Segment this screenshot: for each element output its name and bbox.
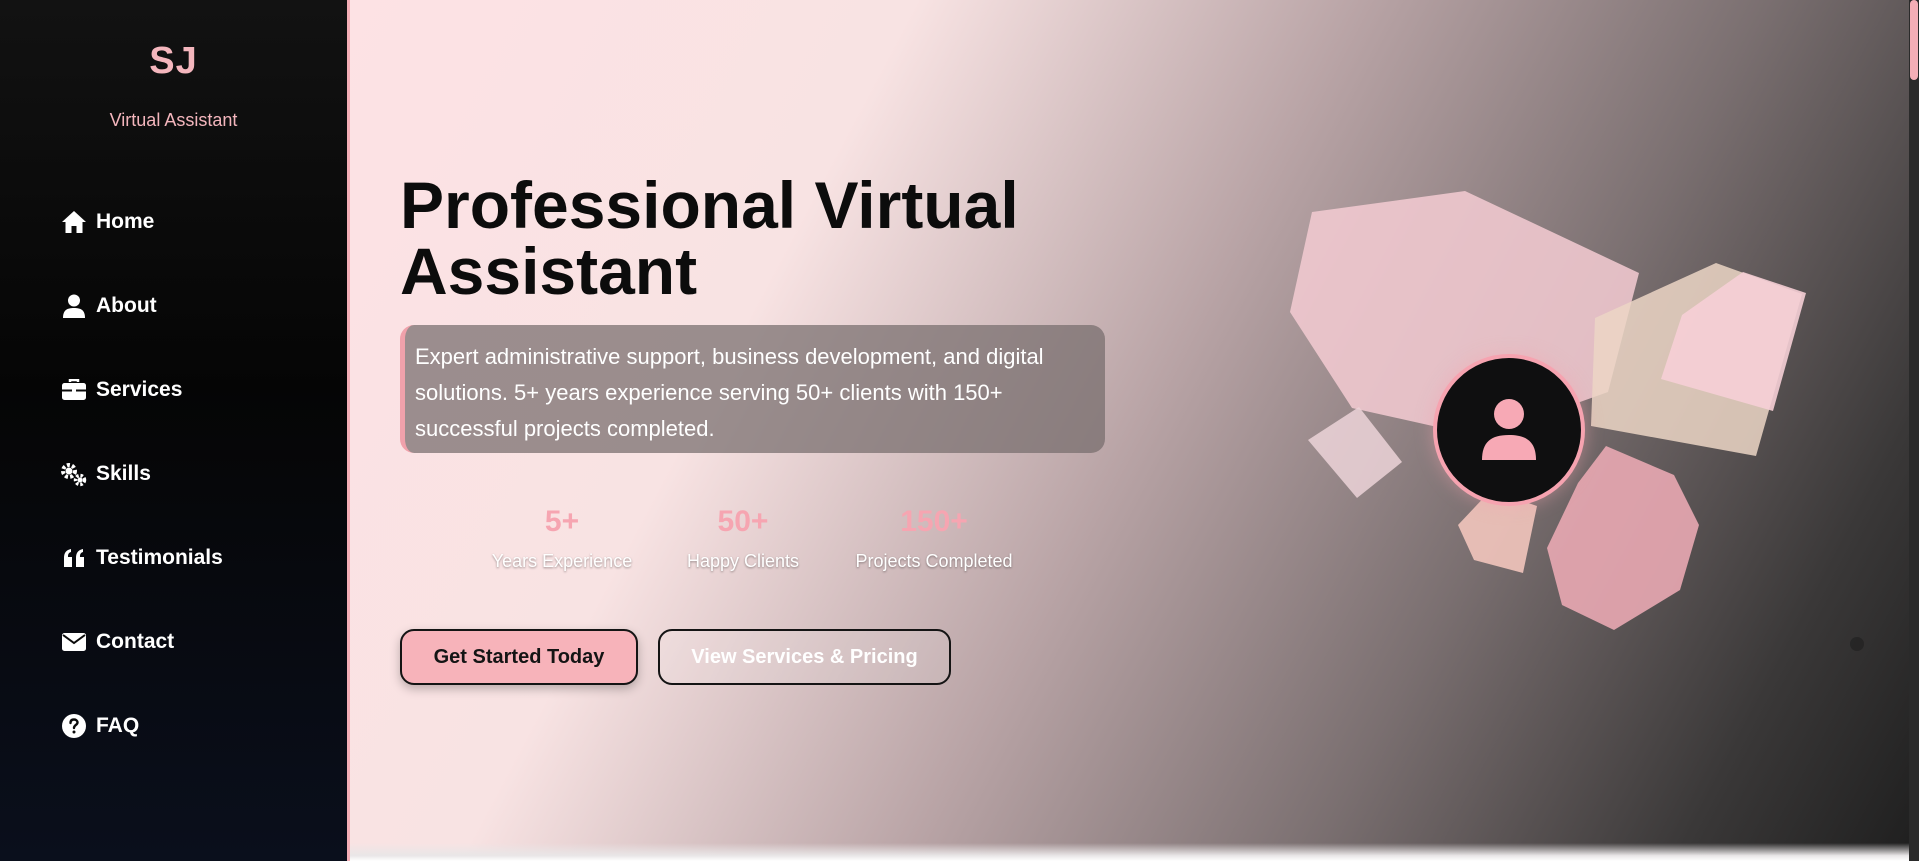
gears-icon <box>60 460 88 488</box>
hero-description: Expert administrative support, business … <box>400 325 1105 453</box>
stat-value: 50+ <box>717 505 769 538</box>
stat-years: 5+ Years Experience <box>462 505 662 572</box>
sidebar-item-label: About <box>96 294 157 317</box>
sidebar-item-skills[interactable]: Skills <box>60 454 320 494</box>
sidebar-item-label: FAQ <box>96 714 140 737</box>
get-started-button[interactable]: Get Started Today <box>400 629 638 685</box>
sidebar-item-faq[interactable]: FAQ <box>60 706 320 746</box>
stat-value: 150+ <box>900 505 968 538</box>
sidebar-item-label: Services <box>96 378 183 401</box>
avatar <box>1433 354 1585 506</box>
sidebar-item-contact[interactable]: Contact <box>60 622 320 662</box>
briefcase-icon <box>60 376 88 404</box>
scrollbar-thumb[interactable] <box>1910 0 1918 80</box>
indicator-dot <box>1850 637 1864 651</box>
sidebar: SJ Virtual Assistant Home About Services <box>0 0 347 861</box>
sidebar-item-label: Testimonials <box>96 546 223 569</box>
user-icon <box>60 292 88 320</box>
stat-label: Happy Clients <box>686 551 800 571</box>
question-circle-icon <box>60 712 88 740</box>
sidebar-item-home[interactable]: Home <box>60 202 320 242</box>
stat-value: 5+ <box>544 505 580 538</box>
brand-logo[interactable]: SJ <box>0 40 347 83</box>
quote-icon <box>60 544 88 572</box>
sidebar-item-label: Home <box>96 210 155 233</box>
hero-bottom-edge <box>350 843 1919 861</box>
sidebar-item-label: Contact <box>96 630 175 653</box>
view-services-button[interactable]: View Services & Pricing <box>658 629 951 685</box>
user-icon <box>1482 399 1536 460</box>
hero-title: Professional Virtual Assistant <box>400 168 1019 308</box>
envelope-icon <box>60 628 88 656</box>
stat-projects: 150+ Projects Completed <box>834 505 1034 572</box>
hero-section: Professional Virtual Assistant Expert ad… <box>350 0 1919 861</box>
home-icon <box>60 208 88 236</box>
brand-subtitle: Virtual Assistant <box>109 110 238 130</box>
sidebar-item-testimonials[interactable]: Testimonials <box>60 538 320 578</box>
stat-label: Projects Completed <box>855 551 1013 571</box>
sidebar-item-label: Skills <box>96 462 151 485</box>
scrollbar-track[interactable] <box>1909 0 1919 861</box>
sidebar-item-about[interactable]: About <box>60 286 320 326</box>
sidebar-item-services[interactable]: Services <box>60 370 320 410</box>
stat-clients: 50+ Happy Clients <box>643 505 843 572</box>
small-diamond-shape <box>1308 407 1402 498</box>
stat-label: Years Experience <box>491 551 633 571</box>
